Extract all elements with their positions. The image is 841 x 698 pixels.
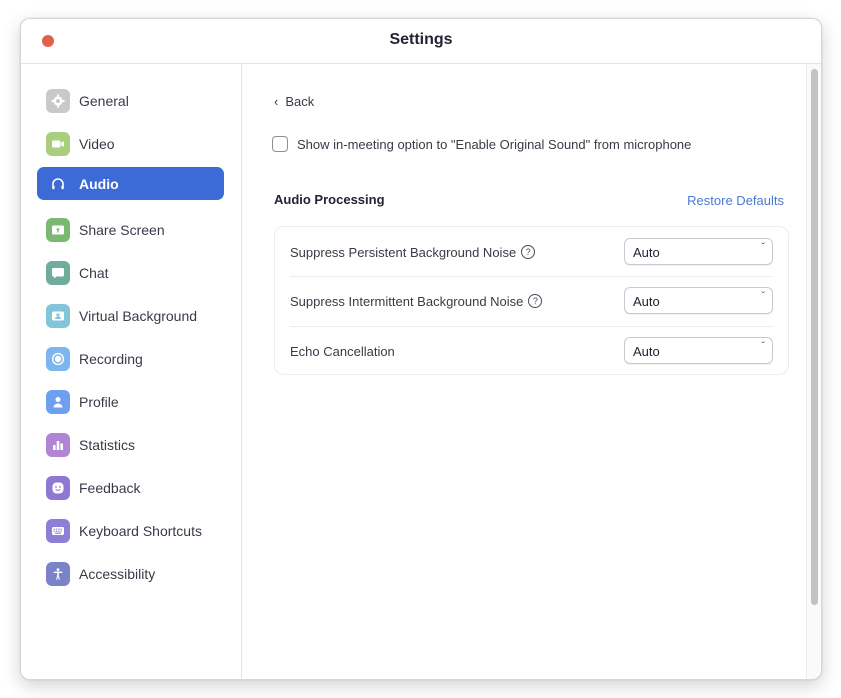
setting-label: Echo Cancellation xyxy=(290,343,395,359)
scrollbar-thumb[interactable] xyxy=(811,69,818,605)
sidebar-item-label: Statistics xyxy=(79,436,136,453)
original-sound-option: Show in-meeting option to "Enable Origin… xyxy=(272,136,691,152)
keyboard-icon xyxy=(46,518,70,543)
sidebar-item-label: Chat xyxy=(79,264,109,281)
headphones-icon xyxy=(46,172,70,196)
title-bar: Settings xyxy=(21,19,821,64)
select-value: Auto xyxy=(633,245,660,260)
vertical-scrollbar[interactable] xyxy=(806,64,821,679)
sidebar-item-label: Audio xyxy=(79,175,119,192)
intermittent-noise-select[interactable]: Auto ˇ xyxy=(624,287,773,314)
sidebar-item-recording[interactable]: Recording xyxy=(37,342,224,375)
sidebar-item-video[interactable]: Video xyxy=(37,127,224,160)
video-camera-icon xyxy=(46,131,70,156)
virtual-background-icon xyxy=(46,303,70,328)
echo-cancellation-select[interactable]: Auto ˇ xyxy=(624,337,773,364)
setting-row-persistent-noise: Suppress Persistent Background Noise ? A… xyxy=(290,227,773,277)
sidebar-item-audio[interactable]: Audio xyxy=(37,167,224,200)
sidebar-item-label: Video xyxy=(79,135,115,152)
chevron-down-icon: ˇ xyxy=(761,341,765,352)
sidebar-item-label: Recording xyxy=(79,350,143,367)
restore-defaults-link[interactable]: Restore Defaults xyxy=(687,193,784,208)
help-icon[interactable]: ? xyxy=(528,294,543,308)
sidebar-item-share-screen[interactable]: Share Screen xyxy=(37,213,224,246)
audio-processing-card: Suppress Persistent Background Noise ? A… xyxy=(274,226,789,375)
statistics-icon xyxy=(46,432,70,457)
sidebar-item-label: Profile xyxy=(79,393,119,410)
chat-bubble-icon xyxy=(46,260,70,285)
feedback-smiley-icon xyxy=(46,475,70,500)
sidebar-item-chat[interactable]: Chat xyxy=(37,256,224,289)
sidebar-item-label: General xyxy=(79,92,129,109)
select-value: Auto xyxy=(633,344,660,359)
sidebar-item-label: Feedback xyxy=(79,479,141,496)
audio-settings-panel: ‹ Back Show in-meeting option to "Enable… xyxy=(242,64,805,679)
profile-icon xyxy=(46,389,70,414)
sidebar-item-virtual-background[interactable]: Virtual Background xyxy=(37,299,224,332)
original-sound-checkbox[interactable] xyxy=(272,136,288,152)
settings-window: Settings General Video Audio Share Scree… xyxy=(20,18,822,680)
back-button[interactable]: ‹ Back xyxy=(274,94,314,109)
window-title: Settings xyxy=(389,31,453,48)
back-label: Back xyxy=(285,94,315,109)
sidebar-item-keyboard-shortcuts[interactable]: Keyboard Shortcuts xyxy=(37,514,224,547)
sidebar-item-label: Virtual Background xyxy=(79,307,198,324)
original-sound-label[interactable]: Show in-meeting option to "Enable Origin… xyxy=(297,137,691,152)
setting-label: Suppress Intermittent Background Noise xyxy=(290,293,524,309)
setting-row-intermittent-noise: Suppress Intermittent Background Noise ?… xyxy=(290,276,773,326)
chevron-down-icon: ˇ xyxy=(761,242,765,253)
recording-icon xyxy=(46,346,70,371)
sidebar-item-statistics[interactable]: Statistics xyxy=(37,428,224,461)
sidebar-item-accessibility[interactable]: Accessibility xyxy=(37,557,224,590)
share-screen-icon xyxy=(46,217,70,242)
gear-icon xyxy=(46,88,70,113)
sidebar-item-label: Keyboard Shortcuts xyxy=(79,522,202,539)
setting-label: Suppress Persistent Background Noise xyxy=(290,244,517,260)
sidebar-item-label: Accessibility xyxy=(79,565,156,582)
accessibility-icon xyxy=(46,561,70,586)
sidebar: General Video Audio Share Screen Chat Vi… xyxy=(21,64,242,679)
sidebar-item-label: Share Screen xyxy=(79,221,165,238)
section-title: Audio Processing xyxy=(274,192,385,207)
setting-row-echo-cancellation: Echo Cancellation Auto ˇ xyxy=(290,326,773,376)
help-icon[interactable]: ? xyxy=(521,245,536,259)
persistent-noise-select[interactable]: Auto ˇ xyxy=(624,238,773,265)
sidebar-item-feedback[interactable]: Feedback xyxy=(37,471,224,504)
sidebar-item-profile[interactable]: Profile xyxy=(37,385,224,418)
select-value: Auto xyxy=(633,294,660,309)
chevron-down-icon: ˇ xyxy=(761,291,765,302)
sidebar-item-general[interactable]: General xyxy=(37,84,224,117)
chevron-left-icon: ‹ xyxy=(274,94,279,109)
